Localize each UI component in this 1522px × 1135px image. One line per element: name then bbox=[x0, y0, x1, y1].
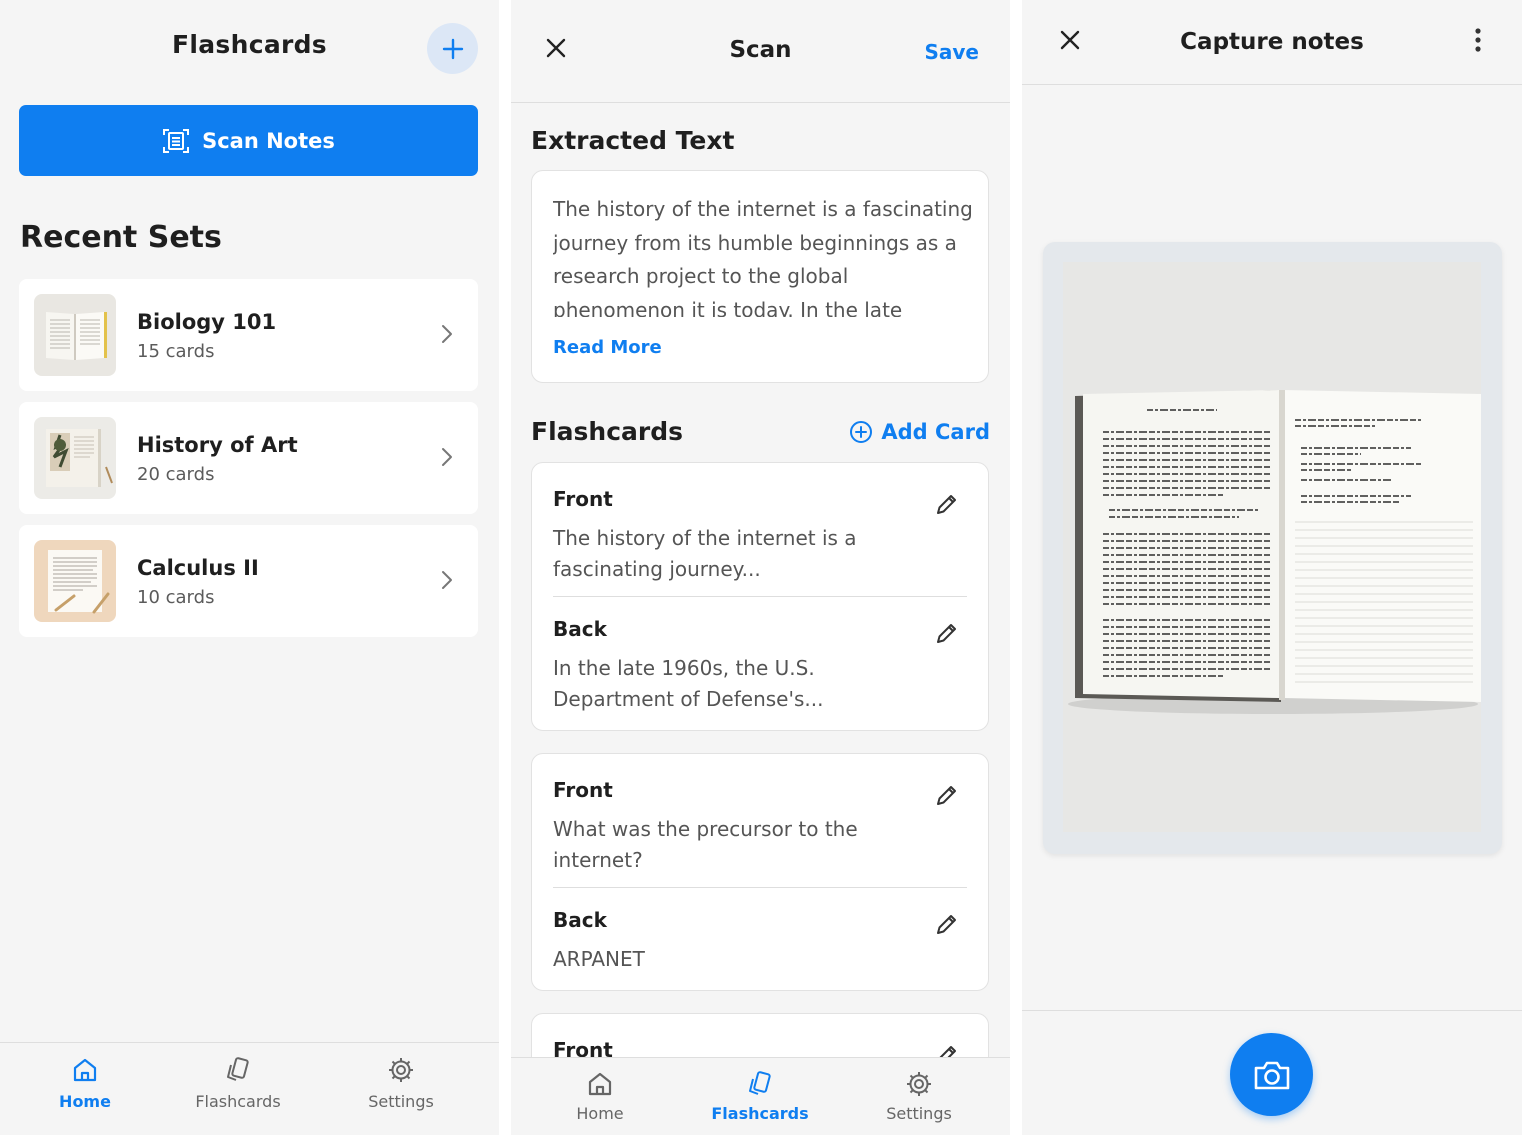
set-count: 10 cards bbox=[137, 587, 215, 608]
cards-icon bbox=[227, 1057, 249, 1081]
capture-screen: Capture notes bbox=[1022, 0, 1522, 1135]
cards-icon bbox=[749, 1071, 771, 1095]
edit-pencil-icon[interactable] bbox=[934, 911, 960, 937]
tab-flashcards[interactable]: Flashcards bbox=[690, 1070, 830, 1123]
tab-label: Flashcards bbox=[195, 1092, 281, 1111]
set-item-biology[interactable]: Biology 101 15 cards bbox=[19, 279, 478, 391]
bottom-tab-bar: Home Flashcards Settings bbox=[0, 1042, 499, 1135]
add-set-button[interactable] bbox=[427, 23, 478, 74]
extracted-text-heading: Extracted Text bbox=[531, 126, 735, 155]
divider bbox=[553, 887, 967, 888]
read-more-link[interactable]: Read More bbox=[553, 337, 662, 358]
capture-header: Capture notes bbox=[1022, 0, 1522, 85]
set-name: Calculus II bbox=[137, 556, 259, 580]
recent-sets-heading: Recent Sets bbox=[20, 220, 222, 255]
front-label: Front bbox=[553, 778, 613, 802]
scan-notes-button[interactable]: Scan Notes bbox=[19, 105, 478, 176]
tab-label: Flashcards bbox=[711, 1104, 809, 1123]
front-text: What was the precursor to the internet? bbox=[553, 817, 858, 872]
save-button[interactable]: Save bbox=[924, 40, 979, 64]
scan-screen: Scan Save Extracted Text The history of … bbox=[511, 0, 1010, 1135]
flashcard: Front What was the precursor to the inte… bbox=[531, 753, 989, 991]
front-text: The history of the internet is a fascina… bbox=[553, 526, 857, 581]
chevron-right-icon bbox=[442, 571, 452, 589]
gear-icon bbox=[907, 1072, 931, 1096]
tab-label: Home bbox=[576, 1104, 624, 1123]
plus-circle-icon bbox=[850, 421, 873, 443]
home-icon bbox=[73, 1058, 97, 1082]
flashcard-back: Back In the late 1960s, the U.S. Departm… bbox=[553, 617, 969, 715]
plus-icon bbox=[442, 38, 463, 59]
camera-icon bbox=[1254, 1061, 1289, 1089]
tab-label: Settings bbox=[886, 1104, 952, 1123]
set-count: 15 cards bbox=[137, 341, 215, 362]
more-vertical-icon[interactable] bbox=[1474, 27, 1482, 53]
chevron-right-icon bbox=[442, 325, 452, 343]
divider bbox=[553, 596, 967, 597]
flashcard: Front The history of the internet is a f… bbox=[531, 462, 989, 731]
page-title: Flashcards bbox=[172, 30, 327, 59]
capture-footer bbox=[1022, 1010, 1522, 1135]
add-card-button[interactable]: Add Card bbox=[849, 420, 990, 444]
home-screen: Flashcards Scan Notes Recent Sets Biolog… bbox=[0, 0, 499, 1135]
extracted-text: The history of the internet is a fascina… bbox=[553, 197, 973, 317]
flashcard-front: Front The history of the internet is a f… bbox=[553, 487, 969, 585]
tab-flashcards[interactable]: Flashcards bbox=[168, 1056, 308, 1111]
back-label: Back bbox=[553, 617, 607, 641]
tab-settings[interactable]: Settings bbox=[331, 1056, 471, 1111]
tab-home[interactable]: Home bbox=[15, 1056, 155, 1111]
back-label: Back bbox=[553, 908, 607, 932]
scan-header: Scan Save bbox=[511, 0, 1010, 103]
bottom-tab-bar: Home Flashcards Settings bbox=[511, 1057, 1010, 1135]
scan-document-icon bbox=[163, 128, 190, 153]
extracted-text-card: The history of the internet is a fascina… bbox=[531, 170, 989, 383]
biology-book-thumbnail bbox=[34, 294, 116, 376]
flashcards-heading: Flashcards bbox=[531, 417, 683, 446]
tab-label: Home bbox=[59, 1092, 111, 1111]
notebook-photo bbox=[1063, 262, 1481, 832]
shutter-button[interactable] bbox=[1230, 1033, 1313, 1116]
tab-home[interactable]: Home bbox=[530, 1070, 670, 1123]
back-text: In the late 1960s, the U.S. Department o… bbox=[553, 656, 824, 711]
tab-settings[interactable]: Settings bbox=[849, 1070, 989, 1123]
set-item-calculus[interactable]: Calculus II 10 cards bbox=[19, 525, 478, 637]
edit-pencil-icon[interactable] bbox=[934, 620, 960, 646]
set-item-history-of-art[interactable]: History of Art 20 cards bbox=[19, 402, 478, 514]
back-text: ARPANET bbox=[553, 947, 645, 971]
camera-preview-frame bbox=[1043, 242, 1502, 854]
gear-icon bbox=[389, 1058, 413, 1082]
flashcard-front: Front What was the precursor to the inte… bbox=[553, 778, 969, 876]
home-icon bbox=[588, 1072, 612, 1096]
art-book-thumbnail bbox=[34, 417, 116, 499]
calculus-notes-thumbnail bbox=[34, 540, 116, 622]
tab-label: Settings bbox=[368, 1092, 434, 1111]
edit-pencil-icon[interactable] bbox=[934, 782, 960, 808]
edit-pencil-icon[interactable] bbox=[934, 491, 960, 517]
set-name: Biology 101 bbox=[137, 310, 277, 334]
scan-notes-label: Scan Notes bbox=[202, 128, 335, 153]
flashcard-back: Back ARPANET bbox=[553, 908, 969, 975]
front-label: Front bbox=[553, 487, 613, 511]
chevron-right-icon bbox=[442, 448, 452, 466]
set-name: History of Art bbox=[137, 433, 298, 457]
set-count: 20 cards bbox=[137, 464, 215, 485]
add-card-label: Add Card bbox=[881, 420, 990, 444]
page-title: Capture notes bbox=[1180, 29, 1364, 55]
